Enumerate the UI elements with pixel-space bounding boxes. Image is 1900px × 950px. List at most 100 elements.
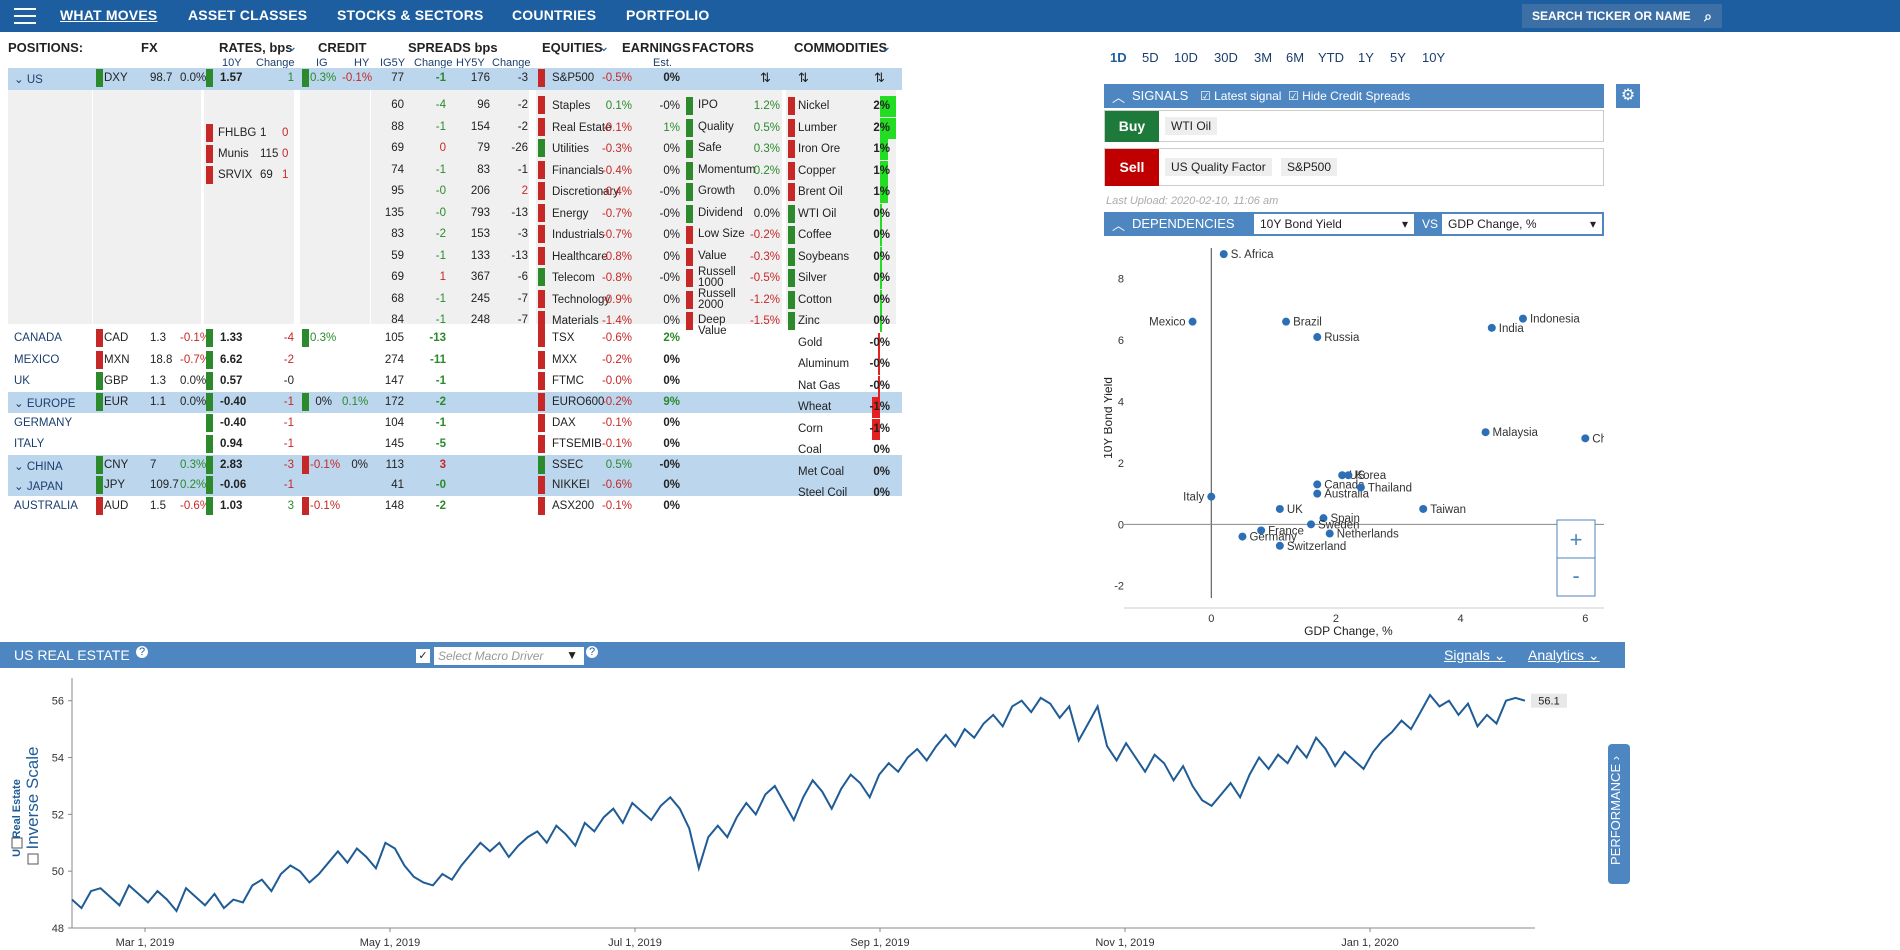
- commodity-name[interactable]: Lumber: [798, 122, 837, 134]
- macro-driver-checkbox[interactable]: ✓: [416, 649, 430, 663]
- buy-signal-item[interactable]: WTI Oil: [1165, 117, 1217, 135]
- fx-ticker[interactable]: CAD: [104, 332, 128, 344]
- row-name[interactable]: MEXICO: [14, 354, 59, 366]
- equity-index[interactable]: ASX200: [552, 500, 594, 512]
- fx-ticker[interactable]: GBP: [104, 375, 128, 387]
- timeframe-tab-6m[interactable]: 6M: [1286, 50, 1304, 65]
- fx-ticker[interactable]: MXN: [104, 354, 130, 366]
- timeframe-tab-10y[interactable]: 10Y: [1422, 50, 1445, 65]
- fx-ticker[interactable]: DXY: [104, 72, 128, 84]
- timeframe-tab-1y[interactable]: 1Y: [1358, 50, 1374, 65]
- rates-name[interactable]: FHLBG: [218, 127, 256, 139]
- factor-name[interactable]: IPO: [698, 99, 748, 111]
- commodity-name[interactable]: Coal: [798, 444, 822, 456]
- factor-name[interactable]: Momentum: [698, 164, 756, 176]
- zoom-in-button[interactable]: +: [1570, 527, 1583, 552]
- row-name[interactable]: ⌄ CHINA: [14, 459, 63, 473]
- equity-index[interactable]: S&P500: [552, 72, 594, 84]
- help-icon[interactable]: ?: [136, 646, 148, 658]
- nav-portfolio[interactable]: PORTFOLIO: [626, 7, 709, 23]
- fx-ticker[interactable]: AUD: [104, 500, 128, 512]
- commodity-name[interactable]: Met Coal: [798, 466, 844, 478]
- sort-icon[interactable]: ⇅: [760, 70, 771, 86]
- row-name[interactable]: ITALY: [14, 438, 44, 450]
- row-name[interactable]: ⌄ JAPAN: [14, 479, 63, 493]
- commodity-name[interactable]: Zinc: [798, 315, 820, 327]
- commodity-name[interactable]: Corn: [798, 423, 823, 435]
- sell-signal-item[interactable]: S&P500: [1281, 158, 1338, 176]
- sector-name[interactable]: Industrials: [552, 229, 604, 241]
- sort-icon[interactable]: ⇅: [874, 70, 885, 86]
- equity-index[interactable]: NIKKEI: [552, 479, 590, 491]
- factor-name[interactable]: Deep Value: [698, 314, 748, 337]
- sector-name[interactable]: Telecom: [552, 272, 595, 284]
- equity-index[interactable]: FTSEMIB: [552, 438, 602, 450]
- row-name[interactable]: AUSTRALIA: [14, 500, 78, 512]
- collapse-icon[interactable]: ︿: [1112, 215, 1125, 234]
- timeframe-tab-30d[interactable]: 30D: [1214, 50, 1238, 65]
- x-variable-select[interactable]: GDP Change, % ▾: [1442, 214, 1602, 234]
- commodity-name[interactable]: Wheat: [798, 401, 831, 413]
- factor-name[interactable]: Safe: [698, 142, 748, 154]
- commodity-name[interactable]: Steel Coil: [798, 487, 847, 499]
- sector-name[interactable]: Materials: [552, 315, 599, 327]
- commodity-name[interactable]: Nat Gas: [798, 380, 840, 392]
- factor-name[interactable]: Russell 1000: [698, 266, 748, 289]
- timeframe-tab-5y[interactable]: 5Y: [1390, 50, 1406, 65]
- equity-index[interactable]: TSX: [552, 332, 574, 344]
- sector-name[interactable]: Staples: [552, 100, 590, 112]
- commodity-name[interactable]: Cotton: [798, 294, 832, 306]
- series-checkbox[interactable]: [11, 837, 23, 849]
- factor-name[interactable]: Quality: [698, 121, 748, 133]
- menu-icon[interactable]: [14, 8, 36, 24]
- factor-name[interactable]: Growth: [698, 185, 748, 197]
- fx-ticker[interactable]: EUR: [104, 396, 128, 408]
- row-name[interactable]: UK: [14, 375, 30, 387]
- row-name[interactable]: ⌄ EUROPE: [14, 396, 75, 410]
- row-name[interactable]: ⌄ US: [14, 72, 43, 86]
- nav-countries[interactable]: COUNTRIES: [512, 7, 596, 23]
- y-variable-select[interactable]: 10Y Bond Yield ▾: [1254, 214, 1414, 234]
- commodity-name[interactable]: Soybeans: [798, 251, 849, 263]
- chevron-down-icon[interactable]: ⌄: [880, 38, 892, 55]
- chevron-down-icon[interactable]: ⌄: [598, 38, 610, 55]
- performance-tab[interactable]: PERFORMANCE ›: [1608, 744, 1630, 884]
- commodity-name[interactable]: Copper: [798, 165, 836, 177]
- commodity-name[interactable]: Gold: [798, 337, 822, 349]
- collapse-icon[interactable]: ︿: [1112, 87, 1125, 106]
- sector-name[interactable]: Utilities: [552, 143, 589, 155]
- equity-index[interactable]: SSEC: [552, 459, 583, 471]
- rates-name[interactable]: Munis: [218, 148, 249, 160]
- sector-name[interactable]: Financials: [552, 165, 604, 177]
- sector-name[interactable]: Energy: [552, 208, 588, 220]
- analytics-dropdown[interactable]: Analytics ⌄: [1528, 647, 1600, 664]
- factor-name[interactable]: Russell 2000: [698, 288, 748, 311]
- search-icon[interactable]: ⌕: [1704, 8, 1712, 25]
- equity-index[interactable]: MXX: [552, 354, 577, 366]
- factor-name[interactable]: Value: [698, 250, 748, 262]
- sort-icon[interactable]: ⇅: [798, 70, 809, 86]
- fx-ticker[interactable]: CNY: [104, 459, 128, 471]
- commodity-name[interactable]: WTI Oil: [798, 208, 836, 220]
- nav-asset-classes[interactable]: ASSET CLASSES: [188, 7, 307, 23]
- row-name[interactable]: CANADA: [14, 332, 62, 344]
- timeframe-tab-10d[interactable]: 10D: [1174, 50, 1198, 65]
- timeframe-tab-ytd[interactable]: YTD: [1318, 50, 1344, 65]
- search-ticker-input[interactable]: SEARCH TICKER OR NAME ⌕: [1522, 4, 1722, 28]
- factor-name[interactable]: Low Size: [698, 228, 748, 240]
- commodity-name[interactable]: Iron Ore: [798, 143, 840, 155]
- commodity-name[interactable]: Silver: [798, 272, 827, 284]
- help-icon[interactable]: ?: [586, 646, 598, 658]
- zoom-out-button[interactable]: -: [1572, 563, 1579, 588]
- equity-index[interactable]: DAX: [552, 417, 576, 429]
- timeframe-tab-1d[interactable]: 1D: [1110, 50, 1127, 65]
- equity-index[interactable]: EURO600: [552, 396, 604, 408]
- hide-credit-checkbox[interactable]: ☑ Hide Credit Spreads: [1288, 89, 1410, 103]
- inverse-scale-checkbox[interactable]: [27, 853, 39, 865]
- gear-icon[interactable]: ⚙: [1616, 84, 1640, 108]
- macro-driver-select[interactable]: Select Macro Driver ▼: [434, 647, 584, 665]
- commodity-name[interactable]: Nickel: [798, 100, 829, 112]
- timeframe-tab-3m[interactable]: 3M: [1254, 50, 1272, 65]
- factor-name[interactable]: Dividend: [698, 207, 748, 219]
- fx-ticker[interactable]: JPY: [104, 479, 125, 491]
